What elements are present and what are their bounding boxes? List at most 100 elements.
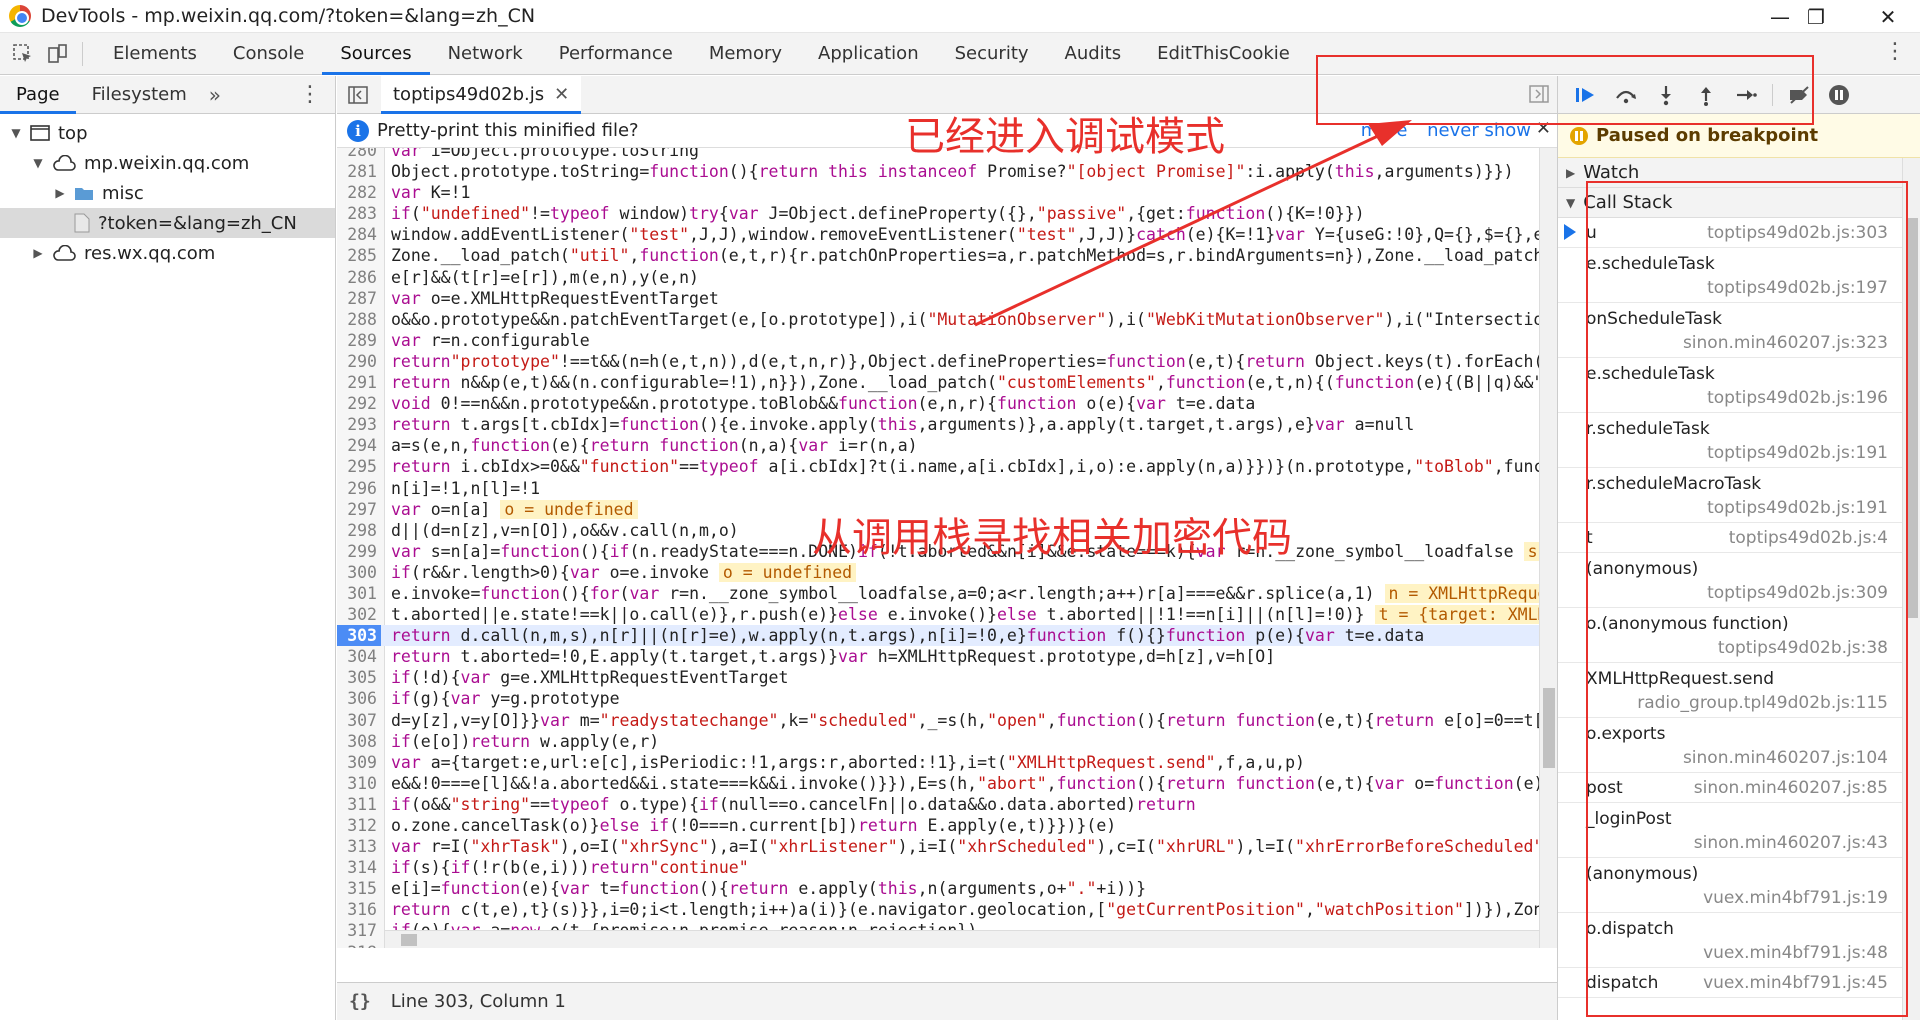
line-number[interactable]: 289 [337, 330, 381, 351]
code-line[interactable]: 309 var a={target:e,url:e[c],isPeriodic:!… [337, 752, 1557, 773]
code-line[interactable]: 312 o.zone.cancelTask(o)}else if(!0===n.c… [337, 815, 1557, 836]
line-number[interactable]: 301 [337, 583, 381, 604]
line-number[interactable]: 293 [337, 414, 381, 435]
line-number[interactable]: 315 [337, 878, 381, 899]
code-line[interactable]: 316 return c(t,e),t}(s)}},i=0;i<t.length;… [337, 899, 1557, 920]
tab-page[interactable]: Page [0, 76, 76, 114]
scroll-thumb[interactable] [401, 934, 417, 946]
code-line[interactable]: 282 var K=!1 [337, 182, 1557, 203]
line-number[interactable]: 309 [337, 752, 381, 773]
code-line[interactable]: 289 var r=n.configurable [337, 330, 1557, 351]
tree-item[interactable]: ?token=&lang=zh_CN [0, 208, 335, 238]
line-number[interactable]: 297 [337, 499, 381, 520]
code-line[interactable]: 296 n[i]=!1,n[l]=!1 [337, 478, 1557, 499]
tree-item[interactable]: ▶ misc [0, 178, 335, 208]
tree-item[interactable]: ▼ mp.weixin.qq.com [0, 148, 335, 178]
line-number[interactable]: 286 [337, 267, 381, 288]
code-line[interactable]: 288 o&&o.prototype&&n.patchEventTarget(e,… [337, 309, 1557, 330]
line-number[interactable]: 308 [337, 731, 381, 752]
code-line[interactable]: 311 if(o&&"string"==typeof o.type){if(nul… [337, 794, 1557, 815]
code-line[interactable]: 293 return t.args[t.cbIdx]=function(){e.i… [337, 414, 1557, 435]
current-execution-line[interactable]: 303 return d.call(n,m,s),n[r]||(n[r]=e),w… [337, 625, 1557, 647]
code-line[interactable]: 310 e&&!0===e[l]&&!a.aborted&&i.state===k… [337, 773, 1557, 794]
code-line[interactable]: 291 return n&&p(e,t)&&(n.configurable=!1)… [337, 372, 1557, 393]
line-number[interactable]: 318 [337, 942, 381, 948]
line-number[interactable]: 298 [337, 520, 381, 541]
line-number[interactable]: 306 [337, 688, 381, 709]
line-number[interactable]: 284 [337, 224, 381, 245]
tab-security[interactable]: Security [937, 33, 1047, 75]
close-tab-icon[interactable]: ✕ [554, 84, 569, 105]
line-number[interactable]: 299 [337, 541, 381, 562]
file-tab-toptips[interactable]: toptips49d02b.js ✕ [381, 75, 582, 114]
code-line[interactable]: 292 void 0!==n&&n.prototype&&n.prototype.… [337, 393, 1557, 414]
line-number[interactable]: 288 [337, 309, 381, 330]
line-number[interactable]: 283 [337, 203, 381, 224]
code-line[interactable]: 308 if(e[o])return w.apply(e,r) [337, 731, 1557, 752]
code-line[interactable]: 284 window.addEventListener("test",J,J),w… [337, 224, 1557, 245]
code-line[interactable]: 290 return"prototype"!==t&&(n=h(e,t,n)),d… [337, 351, 1557, 372]
code-line[interactable]: 302 t.aborted||e.state!==k||o.call(e)},r.… [337, 604, 1557, 625]
code-line[interactable]: 307 d=y[z],v=y[O]}}var m="readystatechang… [337, 710, 1557, 731]
code-line[interactable]: 304 return t.aborted=!0,E.apply(t.target,… [337, 646, 1557, 667]
navigator-menu-icon[interactable]: ⋮ [299, 82, 321, 107]
device-toolbar-icon[interactable] [40, 37, 74, 71]
tab-application[interactable]: Application [800, 33, 937, 75]
tab-filesystem[interactable]: Filesystem [76, 76, 203, 114]
expanded-triangle-icon[interactable]: ▼ [8, 126, 24, 140]
tab-editthiscookie[interactable]: EditThisCookie [1139, 33, 1308, 75]
line-number[interactable]: 304 [337, 646, 381, 667]
code-line[interactable]: 294 a=s(e,n,function(e){return function(n… [337, 435, 1557, 456]
line-number[interactable]: 287 [337, 288, 381, 309]
line-number[interactable]: 280 [337, 148, 381, 161]
code-line[interactable]: 285 Zone.__load_patch("util",function(e,t… [337, 245, 1557, 266]
close-window-button[interactable]: ✕ [1858, 0, 1918, 33]
line-number[interactable]: 317 [337, 920, 381, 941]
line-number[interactable]: 303 [337, 625, 381, 647]
code-horizontal-scrollbar[interactable] [385, 930, 1539, 948]
scroll-thumb[interactable] [1543, 688, 1555, 768]
collapsed-triangle-icon[interactable]: ▶ [52, 186, 68, 200]
code-line[interactable]: 306 if(g){var y=g.prototype [337, 688, 1557, 709]
line-number[interactable]: 292 [337, 393, 381, 414]
code-vertical-scrollbar[interactable] [1539, 148, 1557, 948]
line-number[interactable]: 294 [337, 435, 381, 456]
code-line[interactable]: 305 if(!d){var g=e.XMLHttpRequestEventTar… [337, 667, 1557, 688]
restore-button[interactable]: ❐ [1786, 0, 1846, 33]
line-number[interactable]: 291 [337, 372, 381, 393]
code-line[interactable]: 283 if("undefined"!=typeof window)try{var… [337, 203, 1557, 224]
line-number[interactable]: 312 [337, 815, 381, 836]
line-number[interactable]: 300 [337, 562, 381, 583]
tab-performance[interactable]: Performance [541, 33, 691, 75]
code-line[interactable]: 287 var o=e.XMLHttpRequestEventTarget [337, 288, 1557, 309]
line-number[interactable]: 290 [337, 351, 381, 372]
pretty-print-button[interactable]: {} [349, 991, 371, 1012]
tab-audits[interactable]: Audits [1047, 33, 1140, 75]
code-line[interactable]: 295 return i.cbIdx>=0&&"function"==typeof… [337, 456, 1557, 477]
tab-sources[interactable]: Sources [322, 33, 430, 75]
line-number[interactable]: 313 [337, 836, 381, 857]
line-number[interactable]: 296 [337, 478, 381, 499]
toggle-navigator-icon[interactable] [341, 78, 375, 112]
line-number[interactable]: 316 [337, 899, 381, 920]
line-number[interactable]: 302 [337, 604, 381, 625]
tab-elements[interactable]: Elements [95, 33, 215, 75]
code-line[interactable]: 300 if(r&&r.length>0){var o=e.invoke o = u… [337, 562, 1557, 583]
line-number[interactable]: 305 [337, 667, 381, 688]
pause-on-exceptions-icon[interactable] [1819, 78, 1859, 112]
line-number[interactable]: 314 [337, 857, 381, 878]
line-number[interactable]: 310 [337, 773, 381, 794]
line-number[interactable]: 285 [337, 245, 381, 266]
tree-item[interactable]: ▼ top [0, 118, 335, 148]
inspect-element-icon[interactable] [6, 37, 40, 71]
collapsed-triangle-icon[interactable]: ▶ [30, 246, 46, 260]
line-number[interactable]: 282 [337, 182, 381, 203]
expanded-triangle-icon[interactable]: ▼ [30, 156, 46, 170]
tab-memory[interactable]: Memory [691, 33, 800, 75]
devtools-menu-icon[interactable]: ⋮ [1884, 39, 1906, 64]
code-line[interactable]: 314 if(s){if(!r(b(e,i)))return"continue" [337, 857, 1557, 878]
code-line[interactable]: 301 e.invoke=function(){for(var r=n.__zon… [337, 583, 1557, 604]
code-line[interactable]: 315 e[i]=function(e){var t=function(){ret… [337, 878, 1557, 899]
tree-item[interactable]: ▶ res.wx.qq.com [0, 238, 335, 268]
tab-console[interactable]: Console [215, 33, 322, 75]
